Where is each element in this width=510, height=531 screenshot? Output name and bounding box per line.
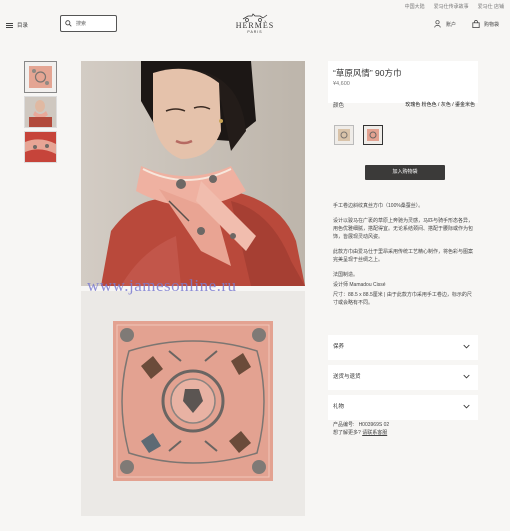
color-value: 玫瑰色 粉色色 / 灰色 / 鎏金米色 — [405, 102, 475, 108]
user-icon — [434, 20, 441, 28]
color-label: 颜色 — [333, 103, 345, 109]
product-price: ¥4,600 — [333, 81, 350, 87]
help-text: 想了解更多? — [333, 430, 361, 436]
desc-size: 尺寸：88.5 x 88.5厘米 | 由于此款方巾采用手工卷边，标示的尺寸或会略… — [333, 292, 472, 306]
accordion-care-label: 保养 — [333, 344, 345, 350]
product-title: “草原风情” 90方巾 — [333, 68, 402, 78]
ref-value: H003969S 02 — [358, 422, 390, 428]
watermark-text: www.jamesonline.ru — [87, 276, 237, 295]
brand-name: HERMÈS — [235, 21, 275, 30]
desc-craft: 此款方巾由爱马仕于里昂采用传统工艺精心制作，将色彩与图案完美呈现于丝绸之上。 — [333, 249, 474, 263]
thumbnail-scarf-detail[interactable] — [24, 131, 57, 163]
color-swatch-1[interactable] — [334, 125, 354, 145]
desc-material: 手工卷边斜纹真丝方巾（100%桑蚕丝）。 — [333, 203, 424, 209]
cart-button[interactable]: 购物袋 — [472, 20, 499, 28]
chevron-down-icon — [463, 404, 470, 409]
region-link[interactable]: 中国大陆 — [405, 3, 425, 10]
chevron-down-icon — [463, 374, 470, 379]
accordion-gift[interactable]: 礼物 — [328, 395, 478, 420]
thumbnail-scarf-flat[interactable] — [24, 61, 57, 93]
product-photo-scarf[interactable] — [81, 291, 305, 516]
chevron-down-icon — [463, 344, 470, 349]
accordion-care[interactable]: 保养 — [328, 335, 478, 360]
ref-label: 产品编号: — [333, 422, 355, 428]
hamburger-icon — [6, 22, 13, 28]
product-reference: 产品编号: H003969S 02 想了解更多? 请联系客服 — [333, 421, 389, 437]
accordion-delivery-label: 送货与退货 — [333, 374, 361, 380]
brand-logo[interactable]: HERMÈS PARIS — [225, 12, 285, 35]
heritage-link[interactable]: 爱马仕传承故事 — [434, 3, 469, 10]
search-input[interactable]: 搜索 — [60, 15, 117, 32]
color-row: 颜色 玫瑰色 粉色色 / 灰色 / 鎏金米色 — [333, 101, 475, 109]
stores-link[interactable]: 爱马仕 店铺 — [478, 3, 504, 10]
accordion-delivery[interactable]: 送货与退货 — [328, 365, 478, 390]
add-to-bag-button[interactable]: 加入购物袋 — [365, 165, 445, 180]
product-description: 手工卷边斜纹真丝方巾（100%桑蚕丝）。 设计以骏马在广袤的草原上奔驰为灵感，马… — [333, 202, 475, 314]
color-swatch-2[interactable] — [363, 125, 383, 145]
search-icon — [65, 20, 72, 27]
thumbnail-list — [24, 61, 57, 166]
desc-design: 设计以骏马在广袤的草原上奔驰为灵感，马匹与骑手形态各异，用色优雅细腻，搭配得宜。… — [333, 218, 474, 240]
utility-links: 中国大陆 爱马仕传承故事 爱马仕 店铺 — [405, 3, 504, 10]
contact-link[interactable]: 请联系客服 — [362, 430, 387, 436]
menu-label: 目录 — [17, 23, 29, 29]
thumbnail-model[interactable] — [24, 96, 57, 128]
bag-icon — [472, 20, 480, 28]
search-placeholder: 搜索 — [76, 21, 87, 27]
brand-city: PARIS — [247, 30, 263, 34]
desc-designer: 设计师 Mamadou Cissé — [333, 282, 386, 288]
cart-label: 购物袋 — [484, 21, 500, 28]
header: 中国大陆 爱马仕传承故事 爱马仕 店铺 目录 搜索 HERMÈS PARIS 账… — [0, 0, 510, 44]
account-label: 账户 — [446, 21, 457, 28]
product-header: “草原风情” 90方巾 ¥4,600 — [328, 61, 478, 103]
account-button[interactable]: 账户 — [434, 20, 456, 28]
desc-origin: 法国制造。 — [333, 272, 359, 278]
product-photo-model[interactable] — [81, 61, 305, 286]
accordion-gift-label: 礼物 — [333, 404, 345, 410]
menu-button[interactable]: 目录 — [6, 21, 28, 29]
